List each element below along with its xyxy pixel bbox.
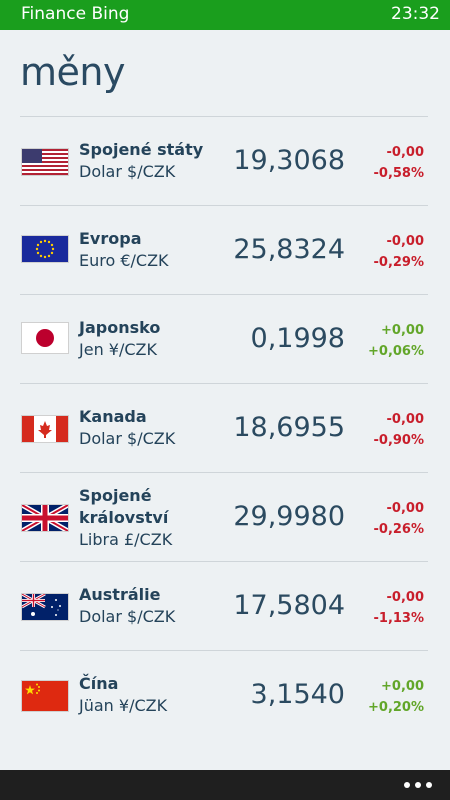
change-value: -0,00: [386, 501, 424, 516]
currency-row[interactable]: Austrálie Dolar $/CZK 17,5804 -0,00 -1,1…: [20, 561, 428, 650]
currency-names: Evropa Euro €/CZK: [79, 228, 259, 272]
currency-pair: Jen ¥/CZK: [79, 340, 157, 359]
currency-row[interactable]: Čína Jüan ¥/CZK 3,1540 +0,00 +0,20%: [20, 650, 428, 739]
currency-pair: Jüan ¥/CZK: [79, 696, 168, 715]
eu-flag-icon: [22, 236, 68, 262]
change-value: -0,00: [386, 145, 424, 160]
status-bar: Finance Bing 23:32: [0, 0, 450, 30]
change-percent: -1,13%: [373, 611, 425, 626]
change-values: +0,00 +0,20%: [344, 676, 424, 718]
country-name: Japonsko: [79, 318, 161, 337]
currency-names: Austrálie Dolar $/CZK: [79, 584, 259, 628]
currency-pair: Dolar $/CZK: [79, 162, 176, 181]
change-values: -0,00 -0,58%: [344, 142, 425, 184]
currency-row[interactable]: Spojené království Libra £/CZK 29,9980 -…: [20, 472, 428, 561]
change-values: -0,00 -0,29%: [344, 231, 425, 273]
change-percent: +0,06%: [368, 344, 424, 359]
change-values: +0,00 +0,06%: [344, 320, 424, 362]
currency-row[interactable]: Japonsko Jen ¥/CZK 0,1998 +0,00 +0,06%: [20, 294, 428, 383]
currency-pair: Dolar $/CZK: [79, 607, 176, 626]
country-name: Spojené království: [79, 486, 169, 527]
change-value: -0,00: [386, 590, 424, 605]
exchange-rate: 19,3068: [233, 145, 345, 176]
country-name: Austrálie: [79, 585, 161, 604]
currency-names: Spojené státy Dolar $/CZK: [79, 139, 259, 183]
more-dots-icon[interactable]: [404, 782, 434, 790]
exchange-rate: 3,1540: [250, 679, 345, 710]
china-flag-icon: [22, 681, 68, 711]
change-value: -0,00: [386, 234, 424, 249]
exchange-rate: 25,8324: [233, 234, 345, 265]
currency-pair: Libra £/CZK: [79, 530, 173, 549]
app-bar: [0, 770, 450, 800]
currency-names: Kanada Dolar $/CZK: [79, 406, 259, 450]
australia-flag-icon: [22, 594, 68, 620]
change-value: +0,00: [381, 323, 424, 338]
change-percent: -0,26%: [373, 522, 425, 537]
exchange-rate: 18,6955: [233, 412, 345, 443]
uk-flag-icon: [22, 505, 68, 531]
country-name: Spojené státy: [79, 140, 204, 159]
country-name: Evropa: [79, 229, 142, 248]
currency-row[interactable]: Evropa Euro €/CZK 25,8324 -0,00 -0,29%: [20, 205, 428, 294]
change-value: -0,00: [386, 412, 424, 427]
currency-names: Spojené království Libra £/CZK: [79, 485, 259, 551]
page-title: měny: [20, 50, 125, 94]
country-name: Čína: [79, 674, 119, 693]
currency-names: Japonsko Jen ¥/CZK: [79, 317, 259, 361]
change-percent: -0,58%: [373, 166, 425, 181]
clock: 23:32: [391, 4, 440, 24]
canada-flag-icon: [22, 416, 68, 442]
currency-pair: Dolar $/CZK: [79, 429, 176, 448]
country-name: Kanada: [79, 407, 147, 426]
change-values: -0,00 -1,13%: [344, 587, 425, 629]
app-title: Finance Bing: [21, 4, 130, 24]
currency-list: Spojené státy Dolar $/CZK 19,3068 -0,00 …: [0, 116, 450, 739]
currency-names: Čína Jüan ¥/CZK: [79, 673, 259, 717]
japan-flag-icon: [22, 323, 68, 353]
exchange-rate: 0,1998: [250, 323, 345, 354]
us-flag-icon: [22, 149, 68, 175]
exchange-rate: 29,9980: [233, 501, 345, 532]
change-value: +0,00: [381, 679, 424, 694]
currency-pair: Euro €/CZK: [79, 251, 169, 270]
exchange-rate: 17,5804: [233, 590, 345, 621]
change-values: -0,00 -0,90%: [344, 409, 425, 451]
change-values: -0,00 -0,26%: [344, 498, 425, 540]
currency-row[interactable]: Kanada Dolar $/CZK 18,6955 -0,00 -0,90%: [20, 383, 428, 472]
change-percent: -0,90%: [373, 433, 425, 448]
change-percent: -0,29%: [373, 255, 425, 270]
currency-row[interactable]: Spojené státy Dolar $/CZK 19,3068 -0,00 …: [20, 116, 428, 205]
change-percent: +0,20%: [368, 700, 424, 715]
